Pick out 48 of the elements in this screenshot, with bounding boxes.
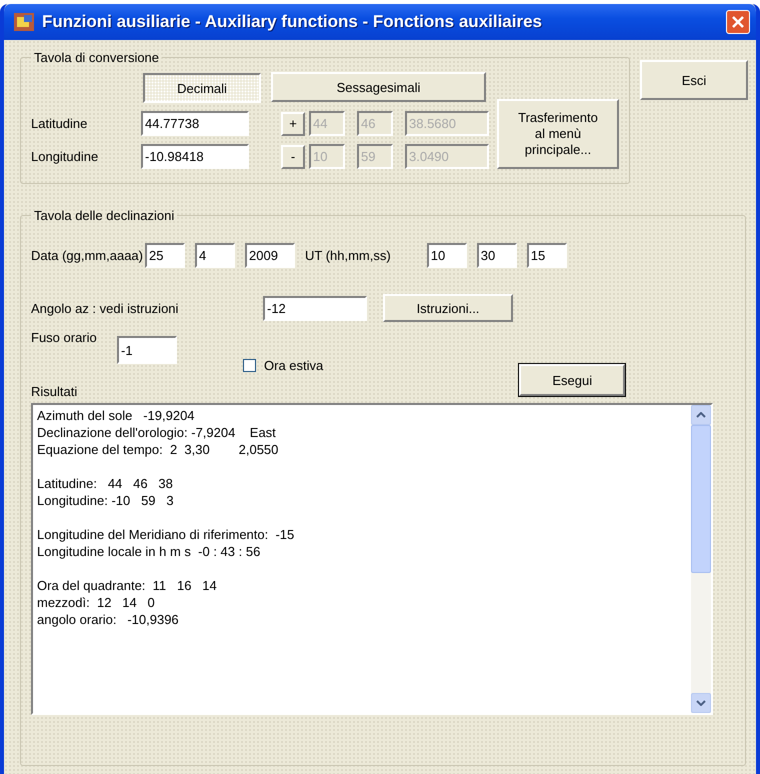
window-title: Funzioni ausiliarie - Auxiliary functions - Fonctions auxiliaires <box>42 12 544 32</box>
caret-up-icon <box>696 412 706 418</box>
scroll-up-button[interactable] <box>691 405 711 425</box>
angle-label: Angolo az : vedi istruzioni <box>31 300 180 316</box>
exit-button[interactable]: Esci <box>640 60 748 100</box>
sign-button[interactable]: + <box>281 112 305 136</box>
decimal-field[interactable]: 44.77738 <box>141 111 249 136</box>
summer-time-label: Ora estiva <box>264 358 324 373</box>
coordinate-label: Latitudine <box>31 116 88 131</box>
mode-button[interactable]: Sessagesimali <box>271 72 486 102</box>
time-field[interactable]: 10 <box>426 243 467 268</box>
scroll-down-button[interactable] <box>691 693 711 713</box>
time-field[interactable]: 15 <box>526 243 567 268</box>
result-line: Longitudine del Meridiano di riferimento: -15 <box>37 526 296 543</box>
timezone-field[interactable]: -1 <box>117 336 177 364</box>
app-icon <box>14 13 34 31</box>
result-line: angolo orario: -10,9396 <box>37 611 180 628</box>
mode-button[interactable]: Decimali <box>143 73 261 103</box>
timezone-label: Fuso orario <box>31 330 98 345</box>
group-title: Tavola delle declinazioni <box>33 208 176 223</box>
close-icon <box>731 15 745 29</box>
result-line: Longitudine locale in h m s -0 : 43 : 56 <box>37 543 262 560</box>
sign-button[interactable]: - <box>281 144 305 168</box>
result-line: mezzodì: 12 14 0 <box>37 594 156 611</box>
results-label: Risultati <box>31 384 78 399</box>
run-button[interactable]: Esegui <box>519 364 626 396</box>
date-label: Data (gg,mm,aaaa) <box>31 248 143 263</box>
result-line: Equazione del tempo: 2 3,30 2,0550 <box>37 441 280 458</box>
transfer-button[interactable]: Trasferimento al menù principale... <box>497 99 619 169</box>
result-line: Ora del quadrante: 11 16 14 <box>37 577 218 594</box>
date-field[interactable]: 25 <box>145 243 185 268</box>
time-field[interactable]: 30 <box>476 243 517 268</box>
summer-time-checkbox[interactable] <box>243 359 256 372</box>
scrollbar-thumb[interactable] <box>691 425 711 573</box>
instructions-button[interactable]: Istruzioni... <box>383 294 513 322</box>
result-line: Longitudine: -10 59 3 <box>37 492 175 509</box>
date-field[interactable]: 2009 <box>245 243 295 268</box>
date-field[interactable]: 4 <box>195 243 235 268</box>
result-line: Declinazione dell'orologio: -7,9204 East <box>37 424 277 441</box>
angle-field[interactable]: -12 <box>263 296 367 320</box>
result-line: Azimuth del sole -19,9204 <box>37 407 196 424</box>
coordinate-label: Longitudine <box>31 149 100 164</box>
time-label: UT (hh,mm,ss) <box>305 248 391 263</box>
result-line: Latitudine: 44 46 38 <box>37 475 174 492</box>
close-button[interactable] <box>726 10 750 34</box>
caret-down-icon <box>696 700 706 706</box>
decimal-field[interactable]: -10.98418 <box>141 144 249 169</box>
group-title: Tavola di conversione <box>33 50 160 65</box>
